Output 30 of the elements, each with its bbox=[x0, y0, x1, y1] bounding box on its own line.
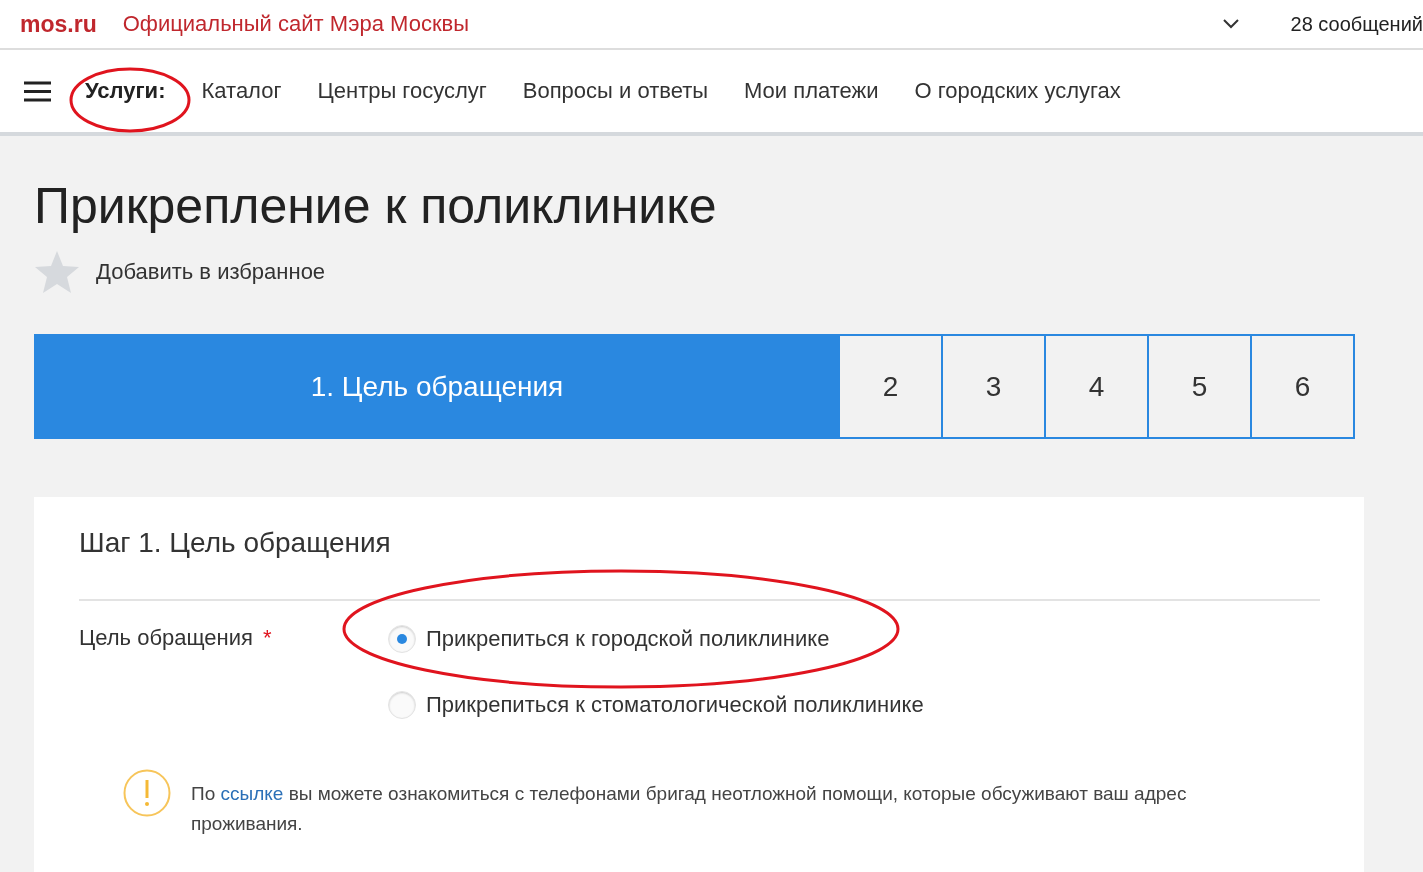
nav-link[interactable]: Центры госуслуг bbox=[317, 78, 487, 104]
step-tab[interactable]: 3 bbox=[941, 334, 1046, 439]
nav-link[interactable]: Каталог bbox=[201, 78, 282, 104]
radio-button[interactable] bbox=[388, 691, 416, 719]
menu-icon[interactable] bbox=[24, 80, 51, 102]
nav-label: Услуги: bbox=[85, 78, 166, 104]
chevron-down-icon[interactable] bbox=[1222, 19, 1239, 29]
field-label: Цель обращения bbox=[79, 625, 253, 652]
nav-link[interactable]: О городских услугах bbox=[914, 78, 1121, 104]
radio-label[interactable]: Прикрепиться к городской поликлинике bbox=[426, 626, 830, 652]
notice-link[interactable]: ссылке bbox=[220, 783, 284, 804]
step-tab[interactable]: 5 bbox=[1147, 334, 1252, 439]
warning-icon bbox=[123, 769, 171, 817]
nav-link[interactable]: Вопросы и ответы bbox=[522, 78, 709, 104]
required-mark: * bbox=[262, 625, 272, 652]
notice-text: По ссылке вы можете ознакомиться с телефонами бригад неотложной помощи, которые обсуживают ваш адрес проживания. bbox=[191, 782, 1188, 836]
nav-link[interactable]: Мои платежи bbox=[744, 78, 879, 104]
step-tab[interactable]: 1. Цель обращения bbox=[34, 334, 840, 439]
radio-button[interactable] bbox=[388, 625, 416, 653]
step-tab[interactable]: 4 bbox=[1044, 334, 1149, 439]
page-title: Прикрепление к поликлинике bbox=[34, 177, 718, 236]
star-icon[interactable] bbox=[34, 250, 80, 294]
add-to-favorites-link[interactable]: Добавить в избранное bbox=[96, 259, 326, 285]
step-tab[interactable]: 2 bbox=[838, 334, 943, 439]
messages-link[interactable]: 28 сообщений bbox=[1290, 12, 1423, 36]
step-heading: Шаг 1. Цель обращения bbox=[79, 527, 1320, 601]
radio-label[interactable]: Прикрепиться к стоматологической поликлинике bbox=[426, 692, 924, 718]
site-logo[interactable]: mos.ru bbox=[20, 10, 97, 38]
site-title[interactable]: Официальный сайт Мэра Москвы bbox=[122, 11, 469, 37]
step-tab[interactable]: 6 bbox=[1250, 334, 1355, 439]
